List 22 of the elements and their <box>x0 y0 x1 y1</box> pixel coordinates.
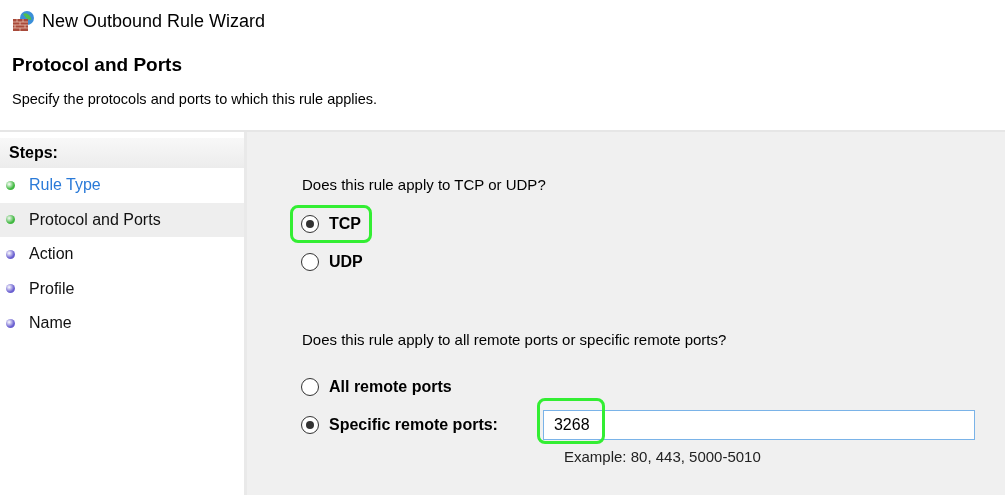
radio-icon[interactable] <box>301 253 319 271</box>
radio-icon[interactable] <box>301 416 319 434</box>
step-item[interactable]: Rule Type <box>0 168 244 203</box>
firewall-icon <box>12 10 36 32</box>
radio-option[interactable]: All remote ports <box>290 368 463 406</box>
page-description: Specify the protocols and ports to which this rule applies. <box>12 91 379 107</box>
protocol-question: Does this rule apply to TCP or UDP? <box>302 176 547 193</box>
ports-question: Does this rule apply to all remote ports or specific remote ports? <box>302 331 728 348</box>
step-item[interactable]: Action <box>0 237 244 272</box>
window-title: New Outbound Rule Wizard <box>42 10 266 32</box>
radio-icon[interactable] <box>301 215 319 233</box>
radio-option[interactable]: UDP <box>290 243 374 281</box>
radio-icon[interactable] <box>301 378 319 396</box>
radio-option[interactable]: Specific remote ports: <box>290 406 509 444</box>
example-hint: Example: 80, 443, 5000-5010 <box>564 448 762 465</box>
step-item[interactable]: Profile <box>0 271 244 306</box>
step-item[interactable]: Protocol and Ports <box>0 202 244 237</box>
steps-header: Steps: <box>0 138 244 168</box>
radio-option[interactable]: TCP <box>290 205 372 243</box>
page-heading: Protocol and Ports <box>12 54 183 76</box>
step-item[interactable]: Name <box>0 306 244 341</box>
ports-input-field[interactable]: 3268 <box>542 410 975 440</box>
